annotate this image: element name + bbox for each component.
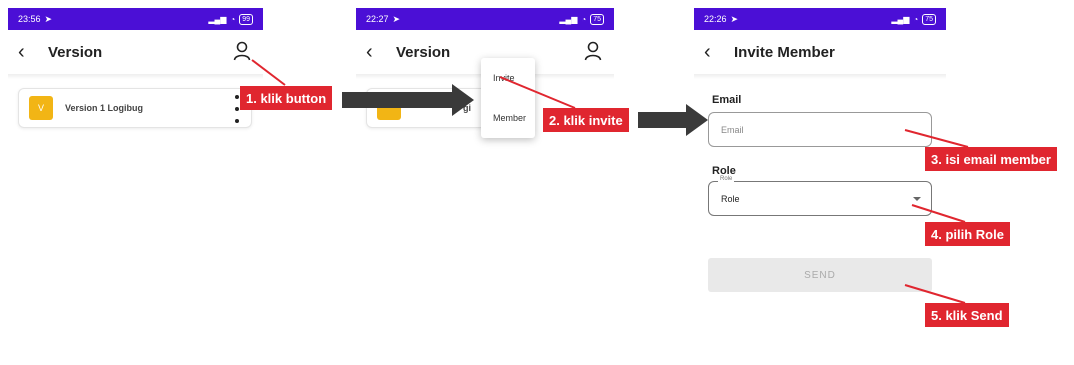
pointer-line-2	[499, 76, 576, 109]
pointer-line-1	[251, 59, 286, 86]
callout-step-4: 4. pilih Role	[925, 222, 1010, 246]
annotation-overlay	[251, 59, 969, 304]
pointer-line-4	[911, 204, 966, 223]
big-arrow-1-icon	[342, 84, 474, 116]
callout-step-2: 2. klik invite	[543, 108, 629, 132]
callout-step-5: 5. klik Send	[925, 303, 1009, 327]
pointer-line-3	[904, 129, 969, 148]
callout-step-1: 1. klik button	[240, 86, 333, 110]
callout-step-3: 3. isi email member	[925, 147, 1057, 171]
tutorial-canvas: 23:56 ➤ ▂▄▆ ◔ 99 ‹ Version V Version 1 Logi…	[0, 0, 1074, 365]
pointer-line-5	[904, 284, 966, 304]
big-arrow-2-icon	[638, 104, 708, 136]
